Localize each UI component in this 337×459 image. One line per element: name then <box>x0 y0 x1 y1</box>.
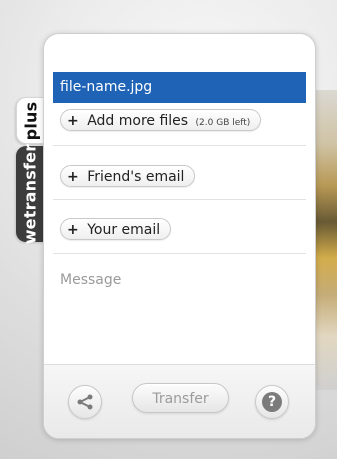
panel-footer: Transfer ? <box>44 364 315 438</box>
help-icon: ? <box>262 392 282 412</box>
friends-email-button[interactable]: + Friend's email <box>60 165 196 187</box>
selected-file-item[interactable]: file-name.jpg <box>53 72 306 103</box>
storage-remaining: (2.0 GB left) <box>195 118 251 128</box>
plus-icon: + <box>67 169 79 185</box>
tab-wetransfer-label: wetransfer <box>20 143 40 245</box>
friends-email-label: Friend's email <box>87 169 185 185</box>
divider <box>53 145 306 146</box>
tab-plus[interactable]: plus <box>16 97 45 144</box>
file-name: file-name.jpg <box>60 79 153 95</box>
share-icon <box>77 394 93 410</box>
transfer-panel: file-name.jpg + Add more files (2.0 GB l… <box>43 33 316 439</box>
your-email-button[interactable]: + Your email <box>60 218 172 240</box>
tab-plus-label: plus <box>21 101 41 140</box>
divider <box>53 199 306 200</box>
your-email-label: Your email <box>87 222 161 238</box>
add-more-files-button[interactable]: + Add more files (2.0 GB left) <box>60 109 262 131</box>
share-button[interactable] <box>68 385 102 419</box>
plus-icon: + <box>67 113 79 129</box>
tab-wetransfer[interactable]: wetransfer <box>16 143 44 245</box>
plus-icon: + <box>67 222 79 238</box>
add-more-files-label: Add more files <box>87 113 189 129</box>
transfer-button[interactable]: Transfer <box>132 383 229 413</box>
message-field[interactable]: Message <box>60 272 121 288</box>
divider <box>53 253 306 254</box>
help-button[interactable]: ? <box>255 385 289 419</box>
